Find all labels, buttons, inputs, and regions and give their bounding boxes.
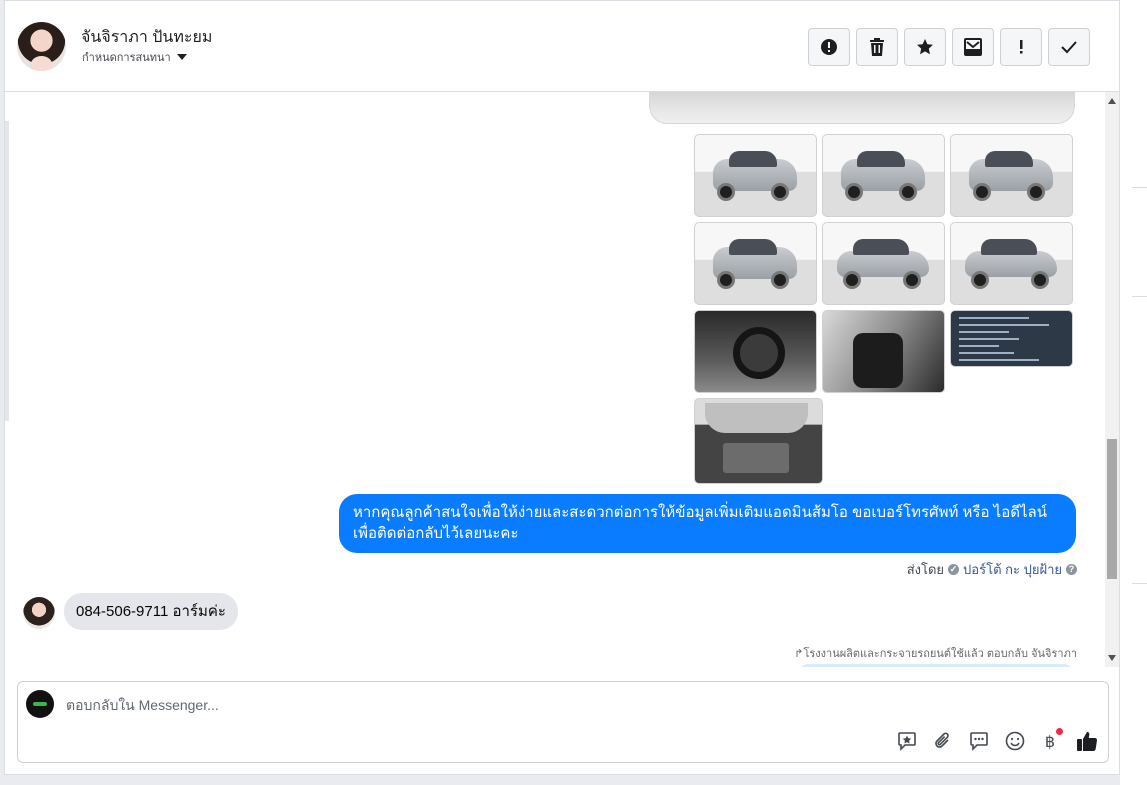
scroll-thumb[interactable]: [1107, 439, 1117, 579]
notification-dot: [1056, 728, 1063, 735]
incoming-message-bubble[interactable]: 084-506-9711 อาร์มค่ะ: [64, 593, 238, 630]
sent-by-info: ส่งโดย ✓ ปอร์โต้ กะ ปุยฝ้าย ?: [907, 559, 1077, 580]
caret-down-icon: [176, 54, 187, 60]
alert-circle-icon: [821, 39, 837, 55]
chat-icon: [970, 732, 988, 751]
engine-photo-thumbnail[interactable]: [694, 398, 823, 484]
car-photo-thumbnail[interactable]: [950, 134, 1073, 217]
page-badge-icon: ✓: [948, 564, 960, 575]
attachment-icon: [935, 732, 949, 748]
assign-label: กำหนดการสนทนา: [82, 52, 171, 64]
move-to-inbox-button[interactable]: [952, 28, 994, 66]
star-icon: [917, 39, 933, 55]
payment-button[interactable]: ฿: [1039, 728, 1063, 752]
reply-note: ↱โรงงานผลิตและกระจายรถยนต์ใช้แล้ว ตอบกลั…: [794, 644, 1077, 662]
reply-input[interactable]: [66, 694, 866, 716]
contact-name[interactable]: จันจิราภา ปันทะยม: [81, 25, 212, 50]
thread-scrollbar[interactable]: [1105, 92, 1119, 667]
sent-by-name[interactable]: ปอร์โต้ กะ ปุยฝ้าย: [963, 559, 1062, 580]
contact-avatar[interactable]: [17, 22, 66, 71]
page-avatar: [26, 690, 54, 718]
emoji-icon: [1005, 731, 1025, 751]
help-icon[interactable]: ?: [1066, 564, 1077, 575]
like-icon: [1077, 732, 1098, 752]
delete-button[interactable]: [856, 28, 898, 66]
sender-avatar[interactable]: [23, 597, 55, 629]
conversation-header: จันจิราภา ปันทะยม กำหนดการสนทนา: [5, 1, 1119, 92]
scroll-down-arrow-icon[interactable]: [1108, 655, 1116, 661]
message-thread: หากคุณลูกค้าสนใจเพื่อให้ง่ายและสะดวกต่อก…: [5, 92, 1105, 667]
chat-button[interactable]: [968, 730, 990, 752]
like-button[interactable]: [1076, 730, 1098, 752]
baht-icon: ฿: [1044, 731, 1056, 751]
previous-image-attachment[interactable]: [649, 92, 1075, 124]
interior-photo-thumbnail[interactable]: [822, 310, 945, 393]
car-photo-thumbnail[interactable]: [822, 222, 945, 305]
reply-composer: ฿: [17, 681, 1109, 763]
next-message-preview: [797, 664, 1075, 667]
exclamation-icon: [1020, 40, 1023, 54]
attach-button[interactable]: [932, 730, 954, 752]
edge-strip: [1120, 0, 1147, 785]
outgoing-message-bubble[interactable]: หากคุณลูกค้าสนใจเพื่อให้ง่ายและสะดวกต่อก…: [339, 494, 1076, 553]
spec-sheet-thumbnail[interactable]: [950, 310, 1073, 367]
saved-reply-icon: [898, 732, 916, 751]
scroll-up-arrow-icon[interactable]: [1108, 98, 1116, 104]
report-button[interactable]: [808, 28, 850, 66]
trash-icon: [870, 38, 884, 56]
dashboard-photo-thumbnail[interactable]: [694, 310, 817, 393]
conversation-panel: จันจิราภา ปันทะยม กำหนดการสนทนา หากคุณลู…: [4, 0, 1120, 775]
mark-done-button[interactable]: [1048, 28, 1090, 66]
sent-by-prefix: ส่งโดย: [906, 562, 945, 577]
assign-conversation-dropdown[interactable]: กำหนดการสนทนา: [82, 48, 187, 66]
car-photo-thumbnail[interactable]: [822, 134, 945, 217]
reply-note-text: โรงงานผลิตและกระจายรถยนต์ใช้แล้ว ตอบกลับ…: [803, 648, 1077, 660]
star-button[interactable]: [904, 28, 946, 66]
emoji-button[interactable]: [1004, 730, 1026, 752]
inbox-icon: [964, 38, 982, 56]
car-photo-thumbnail[interactable]: [950, 222, 1073, 305]
car-photo-thumbnail[interactable]: [694, 134, 817, 217]
check-icon: [1061, 41, 1077, 54]
mark-priority-button[interactable]: [1000, 28, 1042, 66]
car-photo-thumbnail[interactable]: [694, 222, 817, 305]
saved-reply-button[interactable]: [896, 730, 918, 752]
